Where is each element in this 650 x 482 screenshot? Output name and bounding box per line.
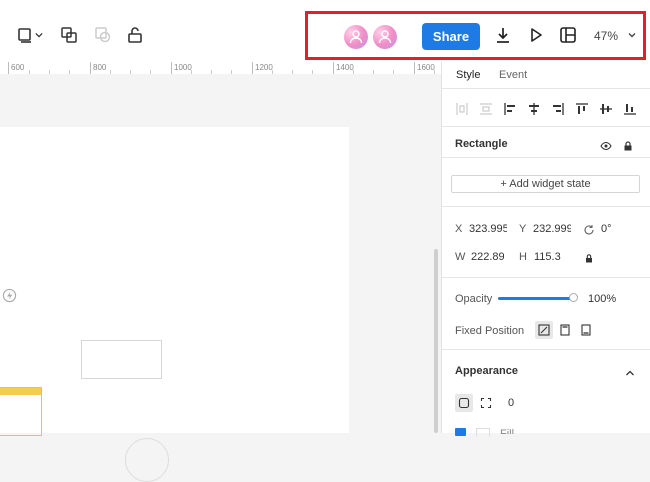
fill-checkbox[interactable] [455, 428, 466, 436]
artboard[interactable] [0, 127, 349, 482]
add-widget-state-button[interactable]: + Add widget state [451, 175, 640, 193]
constrain-proportions-lock-icon[interactable] [583, 251, 595, 263]
distribute-horizontal-icon [455, 102, 469, 116]
ruler-tick [8, 62, 9, 74]
height-field[interactable]: 115.3 [534, 251, 561, 263]
chevron-up-icon[interactable] [624, 366, 636, 378]
ruler-tick [171, 62, 172, 74]
h-label: H [519, 251, 527, 263]
distribute-vertical-icon [479, 102, 493, 116]
ruler-label: 800 [93, 63, 107, 72]
rotation-field[interactable]: 0° [601, 223, 612, 235]
mask-icon [94, 26, 112, 44]
ruler-tick [90, 62, 91, 74]
align-middle-vertical-icon[interactable] [599, 102, 613, 116]
download-icon[interactable] [494, 26, 512, 44]
layout-panel-icon[interactable] [559, 26, 577, 44]
corner-radius-value[interactable]: 0 [508, 397, 514, 409]
ruler-tick [333, 62, 334, 74]
align-left-icon[interactable] [503, 102, 517, 116]
tab-event[interactable]: Event [499, 69, 527, 81]
circle-widget[interactable] [125, 438, 169, 482]
lock-icon[interactable] [126, 26, 144, 44]
card-widget-header [0, 388, 41, 395]
user-avatar-1[interactable] [344, 25, 368, 49]
divider [442, 277, 650, 278]
user-avatar-2[interactable] [373, 25, 397, 49]
zoom-level[interactable]: 47% [594, 29, 618, 43]
vertical-scrollbar[interactable] [434, 249, 438, 433]
rounded-square-icon [458, 397, 470, 409]
appearance-section-title: Appearance [455, 365, 518, 377]
y-field[interactable]: 232.9999 [533, 223, 571, 235]
inspector-panel: Style Event Rectangle + Add widget state… [441, 62, 650, 436]
ruler-label: 1200 [255, 63, 273, 72]
fixed-position-none-button[interactable] [535, 321, 553, 339]
share-button[interactable]: Share [422, 23, 480, 50]
eye-icon[interactable] [600, 139, 612, 151]
opacity-slider-track[interactable] [498, 297, 574, 300]
chevron-down-icon[interactable] [34, 26, 44, 44]
align-bottom-icon[interactable] [623, 102, 637, 116]
opacity-slider-thumb[interactable] [569, 293, 578, 302]
fill-color-swatch[interactable] [476, 428, 490, 436]
fixed-bottom-icon [581, 324, 591, 336]
corner-radius-individual-button[interactable] [477, 394, 495, 412]
lock-icon[interactable] [622, 139, 634, 151]
rotate-icon [583, 223, 595, 235]
tab-style[interactable]: Style [456, 69, 480, 81]
y-label: Y [519, 223, 527, 235]
divider [442, 126, 650, 127]
design-canvas[interactable] [0, 74, 441, 482]
lightning-icon[interactable] [2, 288, 17, 303]
opacity-value[interactable]: 100% [588, 293, 616, 305]
user-icon [378, 30, 392, 44]
corner-radius-all-button[interactable] [455, 394, 473, 412]
fill-label: Fill [500, 428, 515, 434]
fixed-position-top-button[interactable] [556, 321, 574, 339]
x-label: X [455, 223, 463, 235]
fixed-top-icon [560, 324, 570, 336]
top-toolbar: Share 47% [0, 0, 650, 63]
divider [442, 88, 650, 89]
divider [442, 349, 650, 350]
x-field[interactable]: 323.9950 [469, 223, 507, 235]
zoom-dropdown-chevron-icon[interactable] [627, 30, 637, 40]
ruler-label: 1000 [174, 63, 192, 72]
ruler-label: 1400 [336, 63, 354, 72]
combine-icon[interactable] [60, 26, 78, 44]
divider [442, 157, 650, 158]
align-top-icon[interactable] [575, 102, 589, 116]
ruler-tick [414, 62, 415, 74]
align-center-horizontal-icon[interactable] [527, 102, 541, 116]
ruler-label: 1600 [417, 63, 435, 72]
width-field[interactable]: 222.89 [471, 251, 505, 263]
ruler-tick [252, 62, 253, 74]
play-icon[interactable] [527, 26, 545, 44]
align-right-icon[interactable] [551, 102, 565, 116]
individual-corners-icon [480, 397, 492, 409]
opacity-label: Opacity [455, 293, 493, 305]
w-label: W [455, 251, 466, 263]
fixed-position-label: Fixed Position [455, 325, 525, 337]
user-icon [349, 30, 363, 44]
divider [442, 206, 650, 207]
rectangle-widget[interactable] [81, 340, 162, 379]
card-widget[interactable] [0, 387, 42, 436]
fixed-position-bottom-button[interactable] [577, 321, 595, 339]
frame-icon[interactable] [17, 26, 35, 44]
ruler-label: 600 [11, 63, 25, 72]
no-fixed-icon [538, 324, 550, 336]
layer-name: Rectangle [455, 138, 508, 150]
